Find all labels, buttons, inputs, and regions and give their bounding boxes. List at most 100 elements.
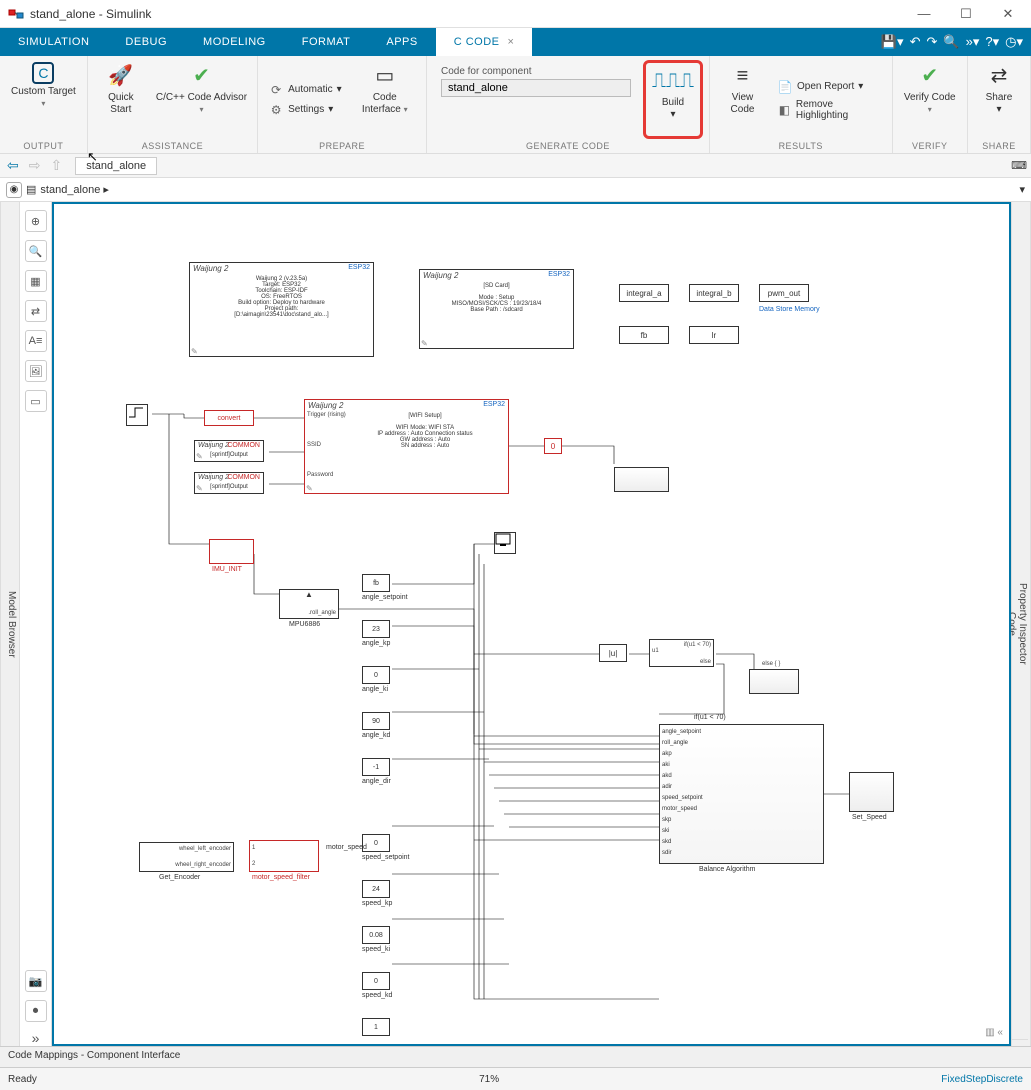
block-ds-fb[interactable]: fb [619,326,669,344]
model-tab[interactable]: stand_alone [75,157,157,175]
dropdown-icon[interactable]: ▾ [1019,183,1025,196]
snapshot-icon[interactable]: 📷 [25,970,47,992]
block-const-speed_kp[interactable]: 24 [362,880,390,898]
annotate-icon[interactable]: A≡ [25,330,47,352]
save-icon[interactable]: 💾▾ [881,34,904,50]
title-bar: stand_alone - Simulink — ☐ ✕ [0,0,1031,28]
undo-icon[interactable]: ↶ [910,34,921,50]
block-const-angle_dir[interactable]: -1 [362,758,390,776]
block-scope[interactable] [494,532,516,554]
code-advisor-button[interactable]: ✔ C/C++ Code Advisor [152,60,251,139]
status-solver[interactable]: FixedStepDiscrete [941,1074,1023,1085]
block-ds-lr[interactable]: lr [689,326,739,344]
tab-apps[interactable]: APPS [368,28,435,56]
step-fwd-icon[interactable]: »▾ [966,34,980,50]
block-display-1[interactable] [614,467,669,492]
status-zoom[interactable]: 71% [37,1074,941,1085]
block-const-angle_kd[interactable]: 90 [362,712,390,730]
keyboard-icon[interactable]: ⌨ [1011,159,1027,172]
block-const-angle_ki[interactable]: 0 [362,666,390,684]
build-highlight: ⎍⎍⎍ Build▾ [643,60,703,139]
tab-simulation[interactable]: SIMULATION [0,28,107,56]
nav-back-icon[interactable]: ⇦ [4,157,22,174]
view-code-button[interactable]: ≡ View Code [716,60,769,139]
block-ds-integral-b[interactable]: integral_b [689,284,739,302]
record-icon[interactable]: ⏺ [25,1000,47,1022]
custom-target-button[interactable]: C Custom Target [6,60,81,139]
share-button[interactable]: ⇄ Share▾ [974,60,1024,139]
expand-icon[interactable]: » [32,1030,40,1046]
nav-fwd-icon[interactable]: ⇨ [26,157,44,174]
breadcrumb[interactable]: stand_alone ▸ [40,183,109,196]
block-sdcard[interactable]: Waijung 2 ESP32 [SD Card]Mode : SetupMIS… [419,269,574,349]
maximize-button[interactable]: ☐ [951,4,981,24]
block-imu-init[interactable] [209,539,254,564]
model-browser-rail[interactable]: Model Browser [0,202,20,1046]
tab-format[interactable]: FORMAT [284,28,369,56]
code-interface-button[interactable]: ▭ Code Interface [350,60,420,139]
close-button[interactable]: ✕ [993,4,1023,24]
close-tab-icon[interactable]: × [508,36,515,48]
block-waijung-target[interactable]: Waijung 2 ESP32 Waijung 2 (v.23.5a)Targe… [189,262,374,357]
search-icon[interactable]: 🔍 [943,34,959,50]
block-sprintf-2[interactable]: COMMON Waijung 2 [sprintf]Output ✎ [194,472,264,494]
block-set-speed[interactable] [849,772,894,812]
block-const-angle_kp[interactable]: 23 [362,620,390,638]
canvas-overview-icon[interactable]: ▥ « [985,1027,1003,1038]
label-speed_kp: speed_kp [362,900,392,907]
property-inspector-rail[interactable]: Property Inspector [1017,208,1028,1040]
auto-icon: ⟳ [268,82,284,98]
verify-code-button[interactable]: ✔ Verify Code [899,60,961,139]
block-ds-integral-a[interactable]: integral_a [619,284,669,302]
zoom-icon[interactable]: 🔍 [25,240,47,262]
more-icon[interactable]: ◷▾ [1005,34,1023,50]
quick-start-button[interactable]: 🚀 Quick Start [94,60,148,139]
block-motor-speed-filter[interactable]: 1 2 [249,840,319,872]
block-const-speed_kd[interactable]: 0 [362,972,390,990]
remove-highlighting-button[interactable]: ◧Remove Highlighting [773,98,885,122]
fit-all-icon[interactable]: ▦ [25,270,47,292]
label-balance: Balance Algorithm [699,866,755,873]
nav-up-icon[interactable]: ⇧ [47,157,65,174]
model-canvas[interactable]: Waijung 2 ESP32 Waijung 2 (v.23.5a)Targe… [52,202,1011,1046]
block-sprintf-1[interactable]: COMMON Waijung 2 [sprintf]Output ✎ [194,440,264,462]
automatic-button[interactable]: ⟳Automatic ▾ [264,81,346,99]
block-const-angle_setpoint[interactable]: fb [362,574,390,592]
tab-debug[interactable]: DEBUG [107,28,185,56]
breadcrumb-bar: ◉ ▤ stand_alone ▸ ▾ [0,178,1031,202]
block-const-speed_ki[interactable]: 0.08 [362,926,390,944]
code-mappings-panel[interactable]: Code Mappings - Component Interface [0,1046,1031,1068]
code-for-input[interactable] [441,79,631,97]
block-else-sub[interactable]: else { } [749,669,799,694]
block-display-0[interactable]: 0 [544,438,562,454]
block-abs[interactable]: |u| [599,644,627,662]
model-hier-icon[interactable]: ▤ [26,183,36,196]
minimize-button[interactable]: — [909,4,939,24]
block-balance-algorithm[interactable]: angle_setpointroll_angleakpakiakdadirspe… [659,724,824,864]
block-get-encoder[interactable]: wheel_left_encoder wheel_right_encoder [139,842,234,872]
block-icon[interactable]: ▭ [25,390,47,412]
block-mpu[interactable]: ▲ .roll_angle [279,589,339,619]
tab-modeling[interactable]: MODELING [185,28,284,56]
help-icon[interactable]: ?▾ [985,34,999,50]
group-output: OUTPUT [6,139,81,153]
block-ds-pwm-out[interactable]: pwm_out [759,284,809,302]
block-convert[interactable]: convert [204,410,254,426]
open-report-button[interactable]: 📄Open Report ▾ [773,78,885,96]
block-wifi-setup[interactable]: Waijung 2 ESP32 Trigger (rising) SSID Pa… [304,399,509,494]
redo-icon[interactable]: ↷ [927,34,938,50]
model-badge-icon[interactable]: ◉ [6,182,22,198]
build-button[interactable]: ⎍⎍⎍ Build▾ [648,65,698,123]
block-const-9[interactable]: 1 [362,1018,390,1036]
tab-ccode[interactable]: C CODE× [436,28,533,56]
label-msf: motor_speed_filter [252,874,310,881]
swap-icon[interactable]: ⇄ [25,300,47,322]
fit-view-icon[interactable]: ⊕ [25,210,47,232]
image-icon[interactable]: 🖼 [25,360,47,382]
settings-button[interactable]: ⚙Settings ▾ [264,101,346,119]
share-icon: ⇄ [985,62,1013,90]
label-set-speed: Set_Speed [852,814,887,821]
label-speed_ki: speed_ki [362,946,390,953]
block-if[interactable]: u1 if(u1 < 70) else [649,639,714,667]
block-step[interactable] [126,404,148,426]
